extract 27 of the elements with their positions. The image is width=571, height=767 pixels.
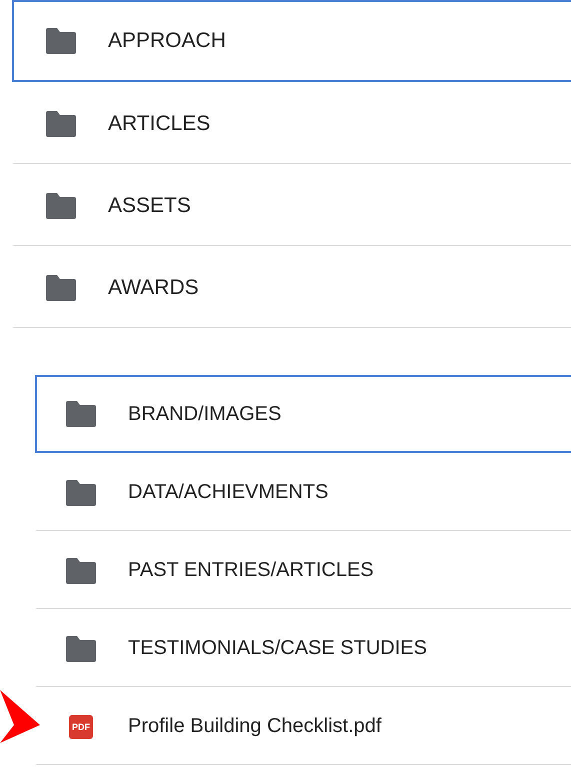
folder-icon [64,478,98,506]
folder-row[interactable]: ASSETS [12,164,571,246]
folder-icon [64,634,98,662]
folder-name: APPROACH [108,29,226,53]
folder-row[interactable]: AWARDS [12,246,571,328]
file-name: Profile Building Checklist.pdf [128,715,382,738]
folder-icon [64,556,98,584]
folder-icon [44,274,78,302]
folder-row[interactable]: ARTICLES [12,82,571,164]
folder-icon [64,400,98,428]
folder-icon [44,27,78,55]
folder-icon [44,110,78,138]
folder-row[interactable]: DATA/ACHIEVMENTS [35,453,571,531]
folder-row[interactable]: BRAND/IMAGES [35,375,571,453]
folder-row[interactable]: APPROACH [12,0,571,82]
folder-icon [44,192,78,220]
folder-name: ASSETS [108,194,191,218]
folder-name: ARTICLES [108,112,210,136]
folder-name: PAST ENTRIES/ARTICLES [128,559,374,582]
folder-name: AWARDS [108,276,199,300]
pdf-icon: PDF [69,714,93,738]
folder-row[interactable]: TESTIMONIALS/CASE STUDIES [35,609,571,687]
folder-row[interactable]: PAST ENTRIES/ARTICLES [35,531,571,609]
folder-name: TESTIMONIALS/CASE STUDIES [128,637,427,660]
folder-name: BRAND/IMAGES [128,402,282,426]
folder-name: DATA/ACHIEVMENTS [128,481,328,504]
file-row[interactable]: PDF Profile Building Checklist.pdf [35,687,571,765]
